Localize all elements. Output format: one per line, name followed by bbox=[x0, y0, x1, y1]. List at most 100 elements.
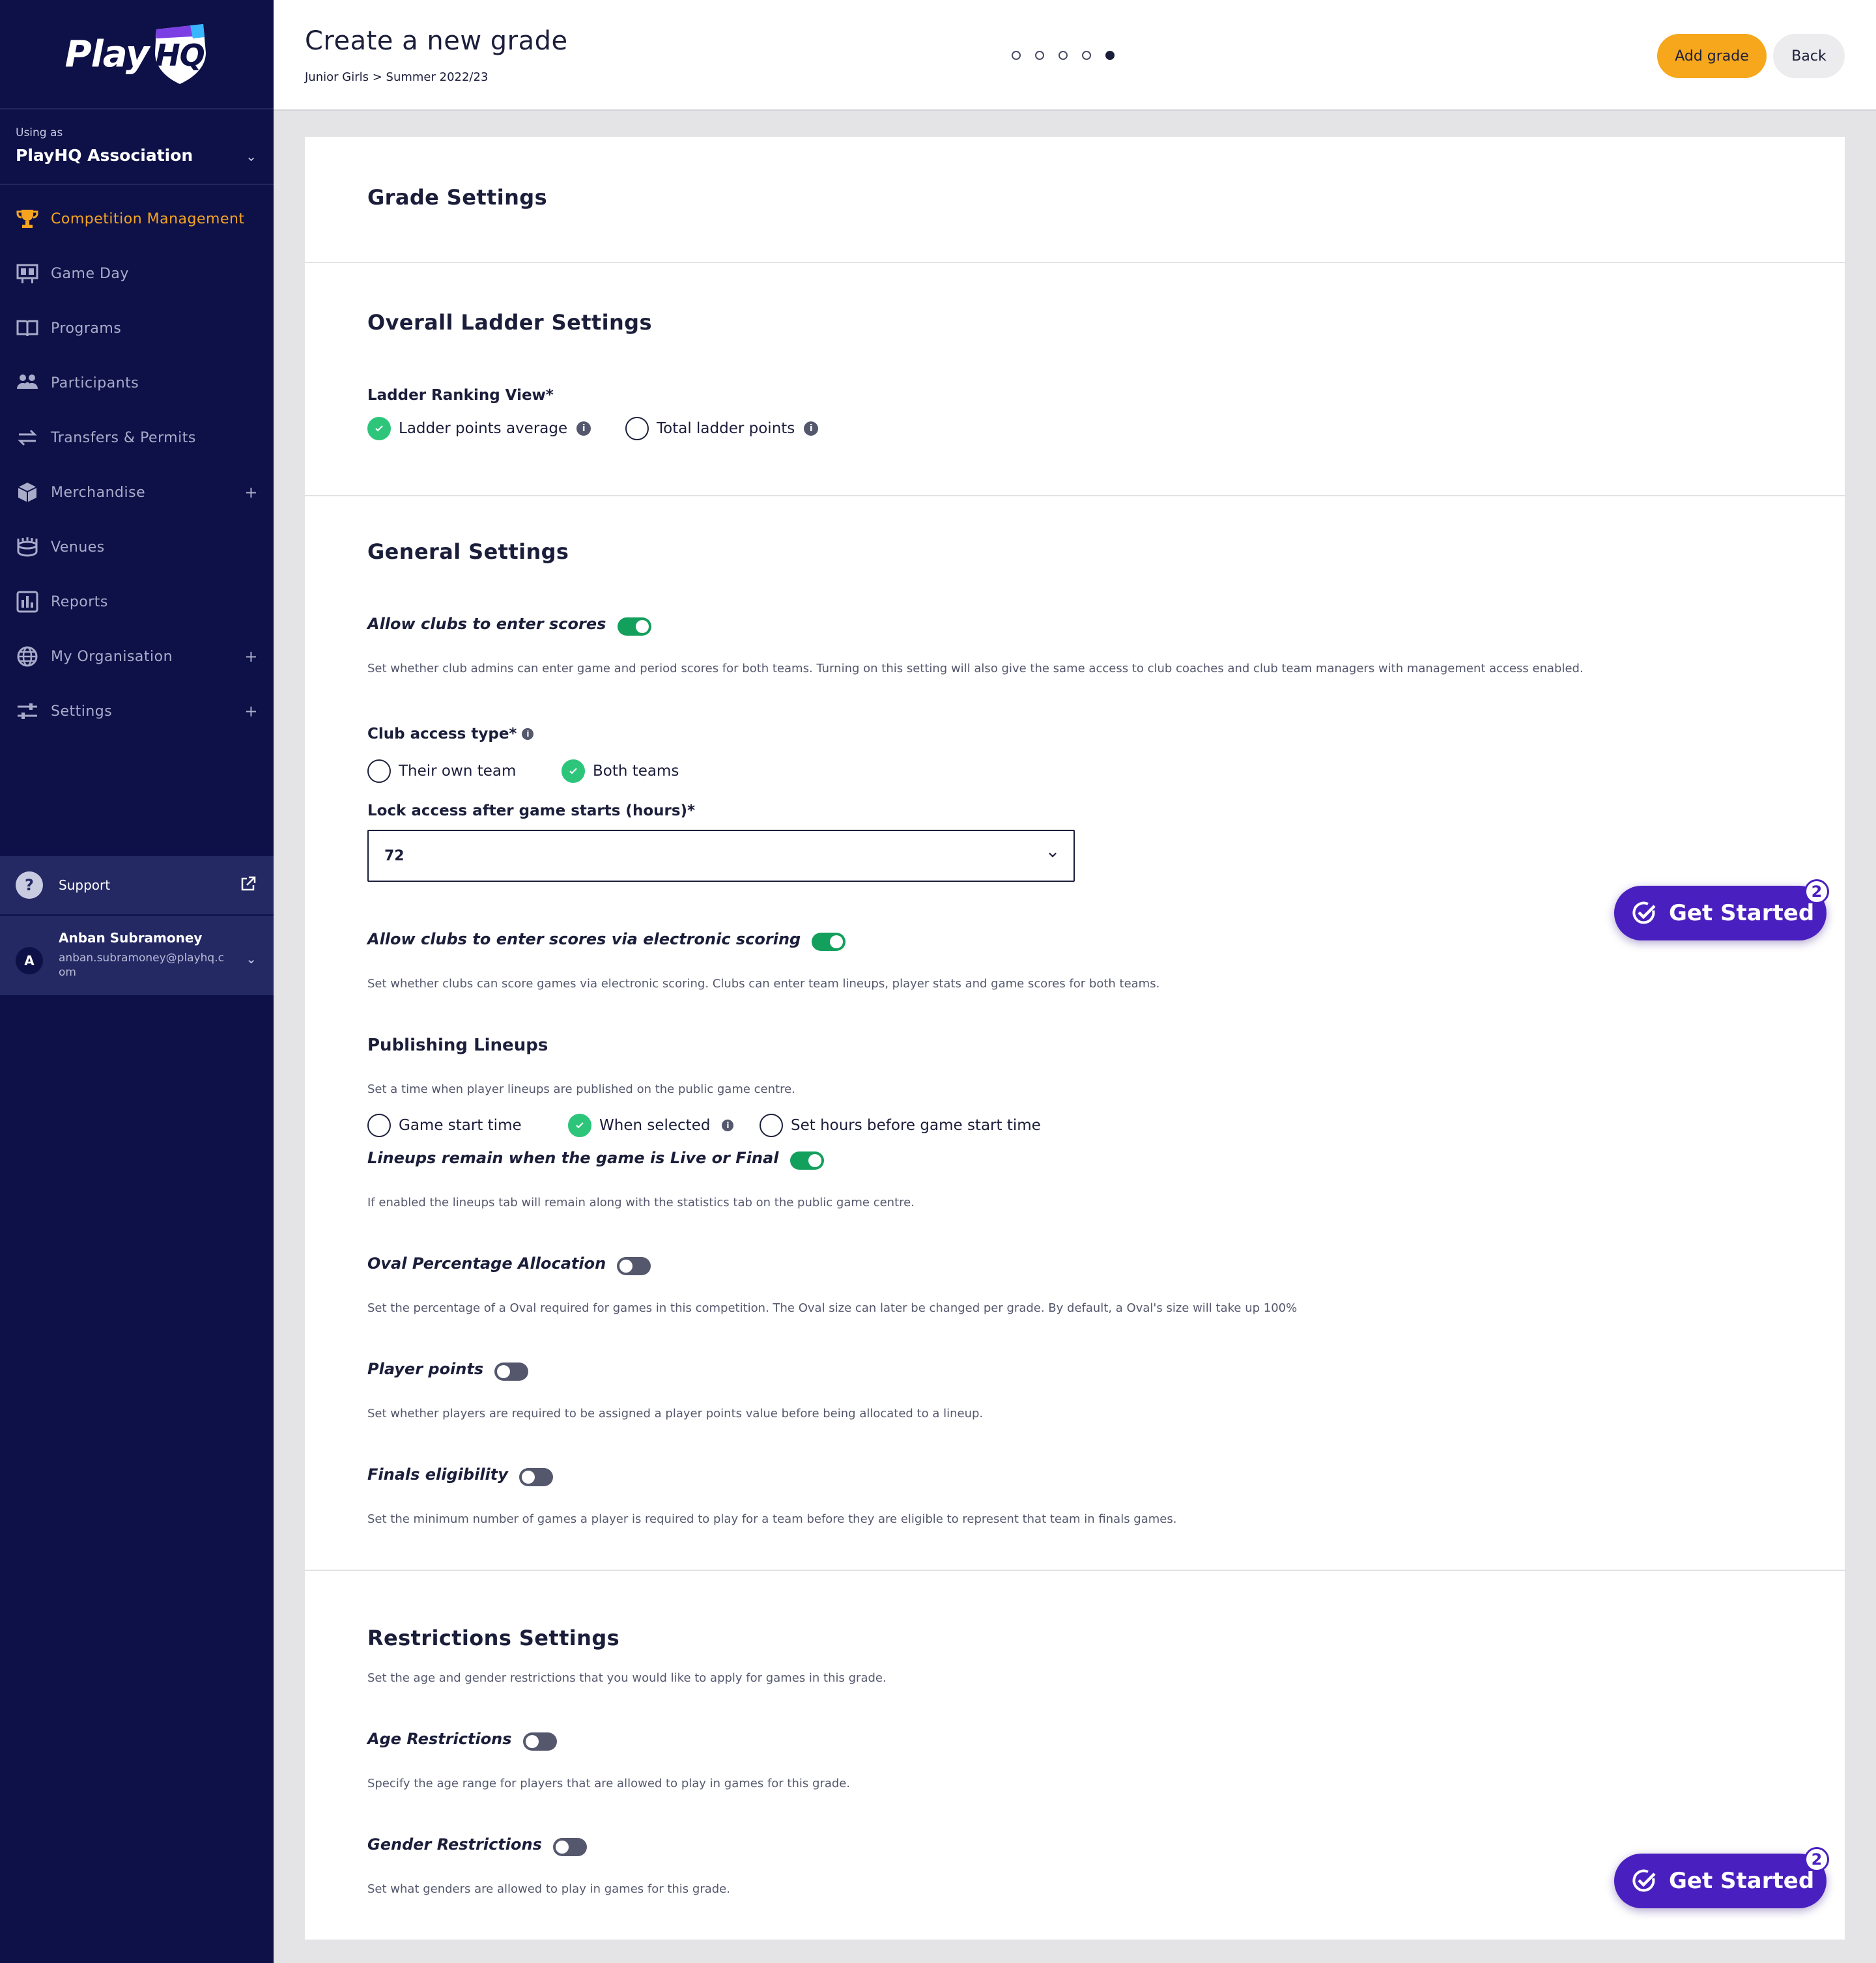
gender-restrictions-toggle[interactable] bbox=[552, 1837, 587, 1856]
user-name: Anban Subramoney bbox=[59, 930, 203, 946]
grade-settings-section: Grade Settings bbox=[305, 137, 1845, 263]
radio-checked-icon bbox=[561, 759, 585, 783]
trophy-icon bbox=[16, 207, 39, 231]
sliders-icon bbox=[16, 699, 39, 723]
allow-scores-desc: Set whether club admins can enter game a… bbox=[367, 662, 1584, 675]
radio-unchecked-icon bbox=[367, 1114, 391, 1137]
breadcrumb: Junior Girls > Summer 2022/23 bbox=[305, 70, 489, 84]
org-switcher[interactable]: Using as PlayHQ Association ⌄ bbox=[0, 109, 274, 185]
sidebar-item-merchandise[interactable]: Merchandise + bbox=[0, 465, 274, 520]
lineups-remain-toggle[interactable] bbox=[789, 1151, 824, 1170]
club-access-label: Club access type* bbox=[367, 726, 517, 742]
chevron-down-icon bbox=[1049, 853, 1057, 858]
avatar: A bbox=[16, 947, 43, 974]
player-points-label: Player points bbox=[367, 1360, 484, 1378]
finals-eligibility-label: Finals eligibility bbox=[367, 1465, 508, 1484]
sidebar-item-settings[interactable]: Settings + bbox=[0, 684, 274, 739]
radio-ladder-average[interactable]: Ladder points average i bbox=[367, 417, 591, 440]
back-button[interactable]: Back bbox=[1773, 34, 1845, 78]
sidebar-item-label: Participants bbox=[51, 374, 139, 391]
sidebar-item-programs[interactable]: Programs bbox=[0, 301, 274, 356]
radio-unchecked-icon bbox=[625, 417, 649, 440]
sidebar-item-label: Venues bbox=[51, 539, 105, 556]
sidebar-item-label: Reports bbox=[51, 593, 108, 610]
support-link[interactable]: ? Support bbox=[0, 856, 274, 914]
radio-total-ladder-points[interactable]: Total ladder points i bbox=[625, 417, 819, 440]
lineups-remain-desc: If enabled the lineups tab will remain a… bbox=[367, 1196, 915, 1209]
sidebar-item-game-day[interactable]: Game Day bbox=[0, 246, 274, 301]
radio-both-teams[interactable]: Both teams bbox=[561, 759, 679, 783]
sidebar: Play HQ Using as PlayHQ Association ⌄ Co… bbox=[0, 0, 274, 1963]
info-icon[interactable]: i bbox=[576, 421, 591, 436]
finals-eligibility-desc: Set the minimum number of games a player… bbox=[367, 1512, 1177, 1526]
notification-badge: 2 bbox=[1804, 879, 1829, 904]
support-label: Support bbox=[59, 877, 111, 893]
radio-when-selected[interactable]: When selected i bbox=[568, 1114, 734, 1137]
step-dot bbox=[1059, 51, 1068, 60]
help-icon: ? bbox=[16, 871, 43, 899]
sidebar-nav: Competition Management Game Day Programs… bbox=[0, 185, 274, 739]
lineups-remain-label: Lineups remain when the game is Live or … bbox=[367, 1149, 779, 1167]
people-icon bbox=[16, 371, 39, 395]
radio-their-own-team[interactable]: Their own team bbox=[367, 759, 516, 783]
allow-scores-label: Allow clubs to enter scores bbox=[367, 615, 606, 633]
radio-unchecked-icon bbox=[760, 1114, 783, 1137]
ladder-ranking-label: Ladder Ranking View* bbox=[367, 387, 554, 404]
scoreboard-icon bbox=[16, 262, 39, 285]
publishing-lineups-desc: Set a time when player lineups are publi… bbox=[367, 1082, 795, 1096]
expand-plus-icon[interactable]: + bbox=[244, 647, 258, 666]
player-points-toggle[interactable] bbox=[494, 1362, 529, 1381]
lock-access-select[interactable]: 72 bbox=[367, 830, 1075, 882]
sidebar-item-participants[interactable]: Participants bbox=[0, 356, 274, 410]
age-restrictions-toggle[interactable] bbox=[522, 1732, 557, 1751]
sidebar-item-label: Merchandise bbox=[51, 484, 146, 501]
org-name: PlayHQ Association bbox=[16, 146, 193, 165]
sidebar-item-reports[interactable]: Reports bbox=[0, 574, 274, 629]
oval-allocation-label: Oval Percentage Allocation bbox=[367, 1254, 606, 1273]
oval-allocation-toggle[interactable] bbox=[617, 1256, 651, 1275]
electronic-scoring-label: Allow clubs to enter scores via electron… bbox=[367, 930, 801, 948]
section-title: Overall Ladder Settings bbox=[367, 310, 652, 335]
step-dot-active bbox=[1105, 51, 1115, 60]
radio-unchecked-icon bbox=[367, 759, 391, 783]
user-menu[interactable]: A Anban Subramoney anban.subramoney@play… bbox=[0, 916, 274, 995]
info-icon[interactable]: i bbox=[722, 1120, 734, 1131]
info-icon[interactable]: i bbox=[522, 728, 534, 740]
grade-form-card: Grade Settings Overall Ladder Settings L… bbox=[305, 137, 1845, 1940]
sidebar-item-transfers-permits[interactable]: Transfers & Permits bbox=[0, 410, 274, 465]
electronic-scoring-toggle[interactable] bbox=[812, 932, 846, 951]
logo-hq-text: HQ bbox=[156, 38, 205, 73]
box-icon bbox=[16, 481, 39, 504]
allow-scores-toggle[interactable] bbox=[617, 617, 651, 636]
info-icon[interactable]: i bbox=[804, 421, 819, 436]
radio-game-start-time[interactable]: Game start time bbox=[367, 1114, 522, 1137]
sidebar-item-label: Programs bbox=[51, 320, 122, 337]
globe-icon bbox=[16, 645, 39, 668]
step-indicator bbox=[1012, 51, 1115, 60]
gender-restrictions-label: Gender Restrictions bbox=[367, 1835, 542, 1854]
section-title: Grade Settings bbox=[367, 185, 548, 210]
radio-checked-icon bbox=[568, 1114, 591, 1137]
user-email: anban.subramoney@playhq.com bbox=[59, 952, 224, 979]
reports-icon bbox=[16, 590, 39, 614]
sidebar-item-label: My Organisation bbox=[51, 648, 173, 665]
add-grade-button[interactable]: Add grade bbox=[1657, 34, 1767, 78]
chevron-down-icon: ⌄ bbox=[246, 951, 257, 967]
sidebar-item-label: Settings bbox=[51, 703, 113, 720]
book-icon bbox=[16, 317, 39, 340]
age-restrictions-desc: Specify the age range for players that a… bbox=[367, 1777, 851, 1790]
expand-plus-icon[interactable]: + bbox=[244, 702, 258, 720]
electronic-scoring-desc: Set whether clubs can score games via el… bbox=[367, 977, 1160, 991]
sidebar-item-competition-management[interactable]: Competition Management bbox=[0, 191, 274, 246]
sidebar-item-venues[interactable]: Venues bbox=[0, 520, 274, 574]
sidebar-item-label: Game Day bbox=[51, 265, 129, 282]
get-started-button[interactable]: Get Started 2 bbox=[1614, 1847, 1829, 1908]
sidebar-item-label: Transfers & Permits bbox=[51, 429, 196, 446]
finals-eligibility-toggle[interactable] bbox=[519, 1467, 553, 1486]
get-started-button[interactable]: Get Started 2 bbox=[1614, 879, 1829, 940]
restrictions-desc: Set the age and gender restrictions that… bbox=[367, 1671, 887, 1685]
expand-plus-icon[interactable]: + bbox=[244, 483, 258, 501]
playhq-logo[interactable]: Play HQ bbox=[0, 0, 274, 109]
sidebar-item-my-organisation[interactable]: My Organisation + bbox=[0, 629, 274, 684]
radio-set-hours-before[interactable]: Set hours before game start time bbox=[760, 1114, 1041, 1137]
